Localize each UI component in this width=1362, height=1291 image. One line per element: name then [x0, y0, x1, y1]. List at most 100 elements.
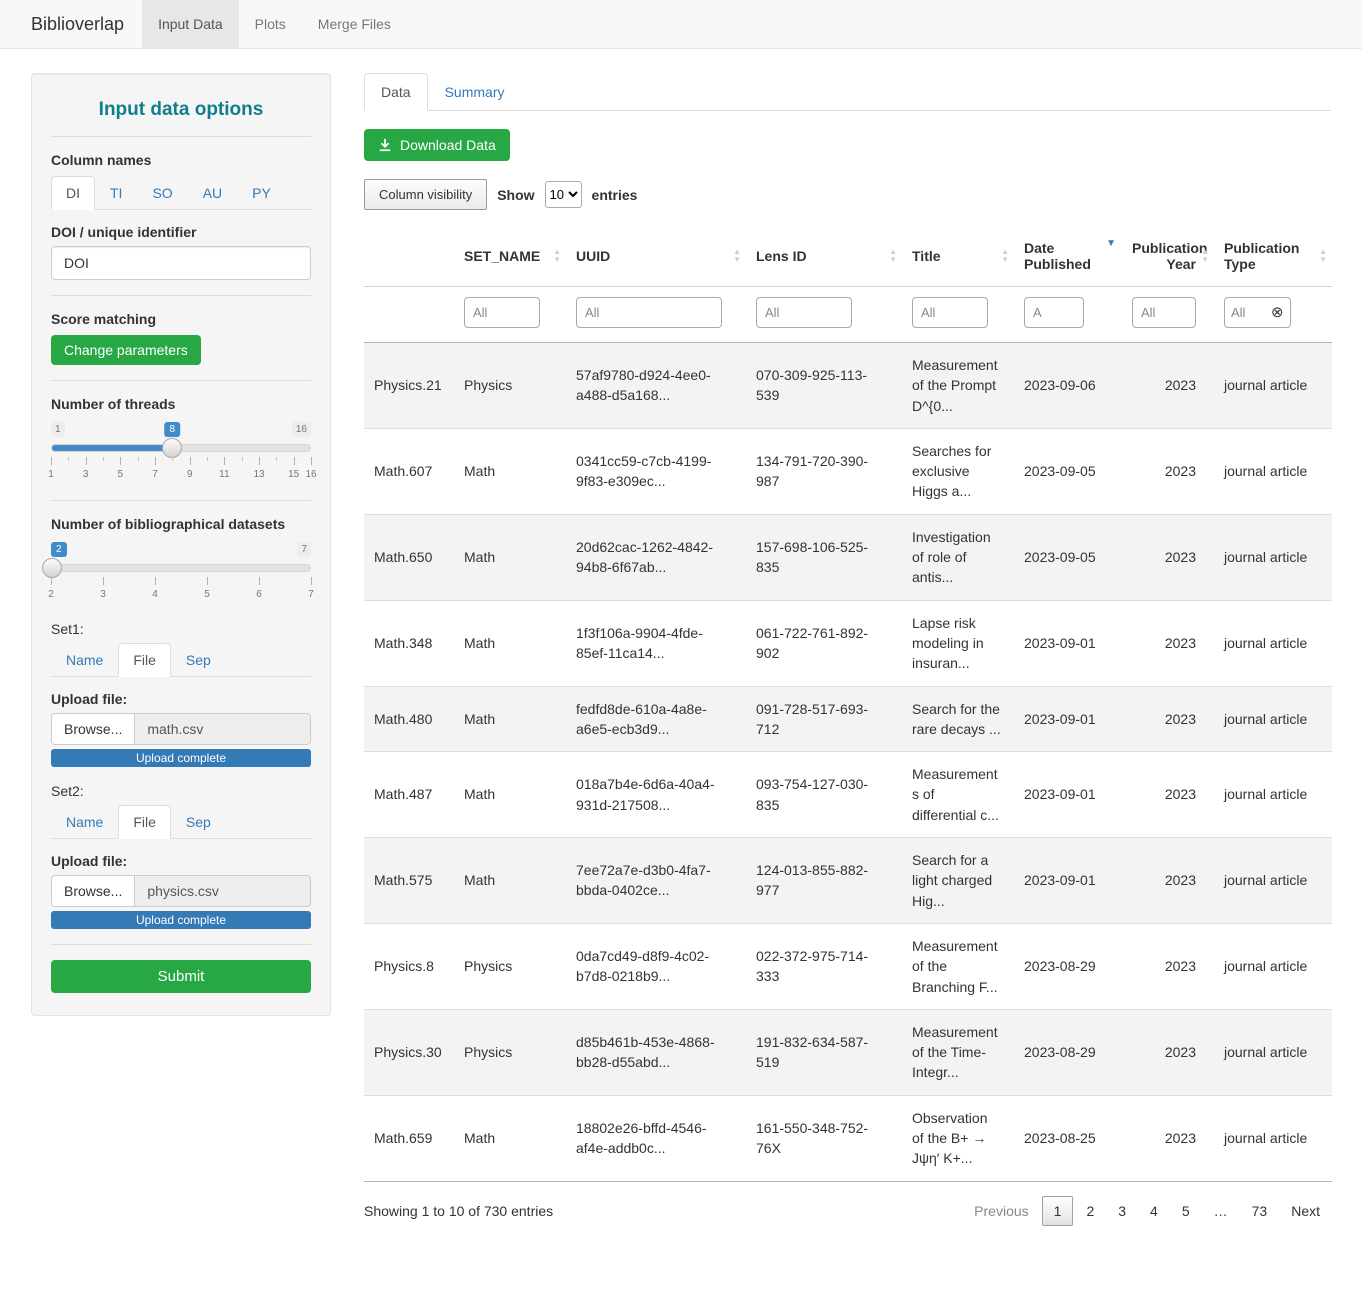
slider-tick-label: 1: [48, 469, 54, 480]
column-header-date-published[interactable]: Date Published ▼: [1014, 226, 1122, 287]
set1-tab-name[interactable]: Name: [51, 643, 118, 677]
tab-ti[interactable]: TI: [95, 176, 137, 210]
table-cell: 2023: [1122, 343, 1214, 429]
submit-button[interactable]: Submit: [51, 960, 311, 993]
tab-py[interactable]: PY: [237, 176, 286, 210]
set1-tab-sep[interactable]: Sep: [171, 643, 226, 677]
progress-bar: Upload complete: [51, 911, 311, 929]
table-cell: Measurement of the Time-Integr...: [902, 1009, 1014, 1095]
slider-track[interactable]: [51, 444, 311, 452]
set2-tab-file[interactable]: File: [118, 805, 171, 839]
slider-tick: [242, 457, 243, 461]
tab-so[interactable]: SO: [137, 176, 187, 210]
filter-date-published[interactable]: [1024, 297, 1084, 328]
pagination-previous[interactable]: Previous: [963, 1197, 1039, 1225]
filter-publication-year[interactable]: [1132, 297, 1196, 328]
page-length-select[interactable]: 10: [545, 181, 582, 208]
table-cell: Searches for exclusive Higgs a...: [902, 428, 1014, 514]
divider: [51, 500, 311, 501]
row-name-cell: Physics.8: [364, 923, 454, 1009]
table-cell: journal article: [1214, 343, 1332, 429]
slider-value-label: 8: [165, 422, 181, 437]
table-cell: journal article: [1214, 686, 1332, 752]
nav-tab-input-data[interactable]: Input Data: [142, 0, 239, 48]
slider-max-label: 7: [297, 542, 311, 557]
nav-tab-plots[interactable]: Plots: [239, 0, 302, 48]
table-cell: journal article: [1214, 1009, 1332, 1095]
table-cell: Math: [454, 752, 566, 838]
slider-handle[interactable]: [162, 438, 182, 458]
set2-filename: physics.csv: [135, 875, 311, 907]
filter-uuid[interactable]: [576, 297, 722, 328]
tab-di[interactable]: DI: [51, 176, 95, 210]
change-parameters-button[interactable]: Change parameters: [51, 335, 201, 365]
set2-file-input: Browse... physics.csv: [51, 875, 311, 907]
slider-tick: [259, 457, 260, 465]
pagination-page-3[interactable]: 3: [1107, 1197, 1137, 1225]
tab-data[interactable]: Data: [364, 73, 428, 111]
datasets-slider[interactable]: 7 2 234567: [51, 540, 311, 605]
filter-publication-type[interactable]: [1227, 299, 1271, 326]
table-row: Physics.30Physicsd85b461b-453e-4868-bb28…: [364, 1009, 1332, 1095]
data-table: SET_NAME ▲▼ UUID ▲▼ Lens ID ▲▼ Title ▲▼: [364, 226, 1332, 1182]
pagination-page-1[interactable]: 1: [1042, 1196, 1074, 1226]
divider: [51, 136, 311, 137]
slider-tick: [190, 457, 191, 465]
column-visibility-button[interactable]: Column visibility: [364, 179, 487, 210]
table-cell: 018a7b4e-6d6a-40a4-931d-217508...: [566, 752, 746, 838]
pagination-page-73[interactable]: 73: [1241, 1197, 1279, 1225]
set1-label: Set1:: [51, 621, 311, 637]
tab-au[interactable]: AU: [188, 176, 237, 210]
clear-filter-icon[interactable]: ⊗: [1271, 305, 1284, 320]
column-header-publication-type[interactable]: Publication Type ▲▼: [1214, 226, 1332, 287]
filter-title[interactable]: [912, 297, 988, 328]
filter-publication-type-wrap: ⊗: [1224, 297, 1291, 328]
column-header-uuid[interactable]: UUID ▲▼: [566, 226, 746, 287]
slider-tick: [68, 457, 69, 461]
slider-tick-label: 5: [204, 589, 210, 600]
set1-tab-file[interactable]: File: [118, 643, 171, 677]
pagination: Previous 12345…73 Next: [961, 1196, 1331, 1226]
table-cell: 20d62cac-1262-4842-94b8-6f67ab...: [566, 514, 746, 600]
column-header-title[interactable]: Title ▲▼: [902, 226, 1014, 287]
slider-track[interactable]: [51, 564, 311, 572]
doi-input[interactable]: [51, 246, 311, 280]
set2-tab-name[interactable]: Name: [51, 805, 118, 839]
row-name-cell: Physics.21: [364, 343, 454, 429]
table-cell: 0341cc59-c7cb-4199-9f83-e309ec...: [566, 428, 746, 514]
score-matching-label: Score matching: [51, 311, 311, 327]
column-header-publication-year[interactable]: Publication Year ▲▼: [1122, 226, 1214, 287]
set1-browse-button[interactable]: Browse...: [51, 713, 135, 745]
pagination-next[interactable]: Next: [1280, 1197, 1331, 1225]
pagination-page-2[interactable]: 2: [1075, 1197, 1105, 1225]
set2-tab-sep[interactable]: Sep: [171, 805, 226, 839]
set2-browse-button[interactable]: Browse...: [51, 875, 135, 907]
input-options-panel: Input data options Column names DI TI SO…: [31, 73, 331, 1016]
entries-label: entries: [592, 187, 638, 203]
table-cell: Math: [454, 514, 566, 600]
filter-row: ⊗: [364, 287, 1332, 343]
download-data-button[interactable]: Download Data: [364, 129, 510, 161]
threads-slider[interactable]: 1 16 8 1357911131516: [51, 420, 311, 485]
app-brand: Biblioverlap: [0, 0, 142, 48]
filter-set-name[interactable]: [464, 297, 540, 328]
pagination-page-4[interactable]: 4: [1139, 1197, 1169, 1225]
column-header-set-name[interactable]: SET_NAME ▲▼: [454, 226, 566, 287]
table-cell: fedfd8de-610a-4a8e-a6e5-ecb3d9...: [566, 686, 746, 752]
pagination-page-5[interactable]: 5: [1171, 1197, 1201, 1225]
table-cell: 18802e26-bffd-4546-af4e-addb0c...: [566, 1095, 746, 1181]
slider-value-label: 2: [51, 542, 67, 557]
sort-icon: ▲▼: [1201, 248, 1209, 264]
table-cell: Physics: [454, 1009, 566, 1095]
slider-tick: [103, 457, 104, 461]
slider-handle[interactable]: [42, 558, 62, 578]
table-cell: Math: [454, 1095, 566, 1181]
filter-lens-id[interactable]: [756, 297, 852, 328]
table-cell: 7ee72a7e-d3b0-4fa7-bbda-0402ce...: [566, 838, 746, 924]
nav-tab-merge-files[interactable]: Merge Files: [302, 0, 407, 48]
column-names-tabs: DI TI SO AU PY: [51, 176, 311, 210]
tab-summary[interactable]: Summary: [428, 73, 522, 111]
column-header-lens-id[interactable]: Lens ID ▲▼: [746, 226, 902, 287]
set1-tabs: Name File Sep: [51, 643, 311, 677]
table-cell: journal article: [1214, 428, 1332, 514]
